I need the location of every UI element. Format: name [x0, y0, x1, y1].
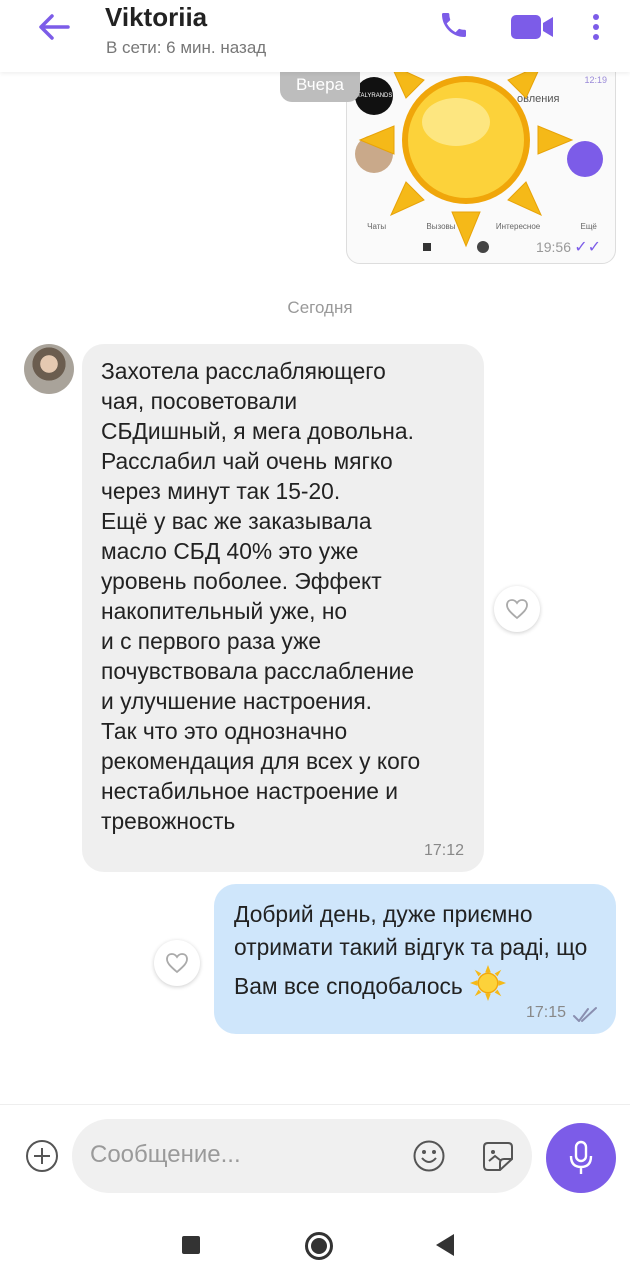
- message-time: 17:15: [525, 1004, 566, 1021]
- microphone-icon: [569, 1140, 593, 1174]
- more-vertical-icon: [593, 14, 599, 40]
- message-input-placeholder: Сообщение...: [90, 1141, 241, 1168]
- like-button[interactable]: [154, 940, 200, 986]
- screenshot-nav-item: Ещё: [580, 222, 597, 231]
- heart-icon: [166, 953, 188, 974]
- call-button[interactable]: [438, 8, 470, 42]
- voice-message-button[interactable]: [546, 1123, 616, 1193]
- more-options-button[interactable]: [586, 10, 606, 44]
- sticker-icon: [483, 1142, 513, 1171]
- sticker-button[interactable]: [480, 1139, 516, 1173]
- attach-button[interactable]: [25, 1139, 59, 1173]
- read-ticks-icon: [573, 1007, 597, 1022]
- message-list[interactable]: ITALYRANDS Ol овления 12:19 Чаты Вызовы …: [0, 72, 630, 1104]
- emoji-button[interactable]: [412, 1139, 446, 1173]
- avatar[interactable]: [24, 344, 74, 394]
- home-circle-icon[interactable]: [305, 1232, 333, 1260]
- recents-square-icon[interactable]: [182, 1236, 200, 1254]
- composer-bar: Сообщение...: [0, 1104, 630, 1212]
- system-navigation-bar: [0, 1212, 630, 1280]
- date-separator-today: Сегодня: [287, 298, 353, 317]
- arrow-left-icon: [39, 14, 70, 40]
- outgoing-message[interactable]: Добрий день, дуже приємно отримати такий…: [214, 884, 616, 1034]
- back-button[interactable]: [36, 12, 72, 42]
- video-call-button[interactable]: [510, 12, 554, 42]
- message-text: Захотела расслабляющего чая, посоветовал…: [101, 358, 421, 834]
- chat-header: Viktoriia В сети: 6 мин. назад: [0, 0, 630, 72]
- video-camera-icon: [511, 15, 553, 39]
- message-input[interactable]: Сообщение...: [72, 1119, 532, 1193]
- phone-icon: [442, 13, 466, 37]
- like-button[interactable]: [494, 586, 540, 632]
- plus-circle-icon: [26, 1140, 58, 1172]
- heart-icon: [506, 599, 528, 620]
- screenshot-time: 12:19: [584, 75, 607, 85]
- message-time: 17:12: [423, 842, 464, 859]
- contact-name[interactable]: Viktoriia: [105, 2, 207, 33]
- read-ticks-icon: ✓✓: [574, 239, 601, 256]
- incoming-message[interactable]: Захотела расслабляющего чая, посоветовал…: [82, 344, 484, 872]
- sun-emoji-icon: [470, 964, 507, 1002]
- message-text-content: Добрий день, дуже приємно отримати такий…: [234, 901, 588, 999]
- contact-status: В сети: 6 мин. назад: [106, 38, 267, 57]
- back-triangle-icon[interactable]: [436, 1234, 454, 1256]
- sun-sticker-icon: [358, 72, 574, 248]
- chat-screen: Viktoriia В сети: 6 мин. назад ITALYRAND…: [0, 0, 630, 1280]
- message-text: Добрий день, дуже приємно отримати такий…: [234, 898, 604, 1003]
- date-separator-yesterday: Вчера: [280, 72, 360, 102]
- smile-icon: [413, 1140, 445, 1172]
